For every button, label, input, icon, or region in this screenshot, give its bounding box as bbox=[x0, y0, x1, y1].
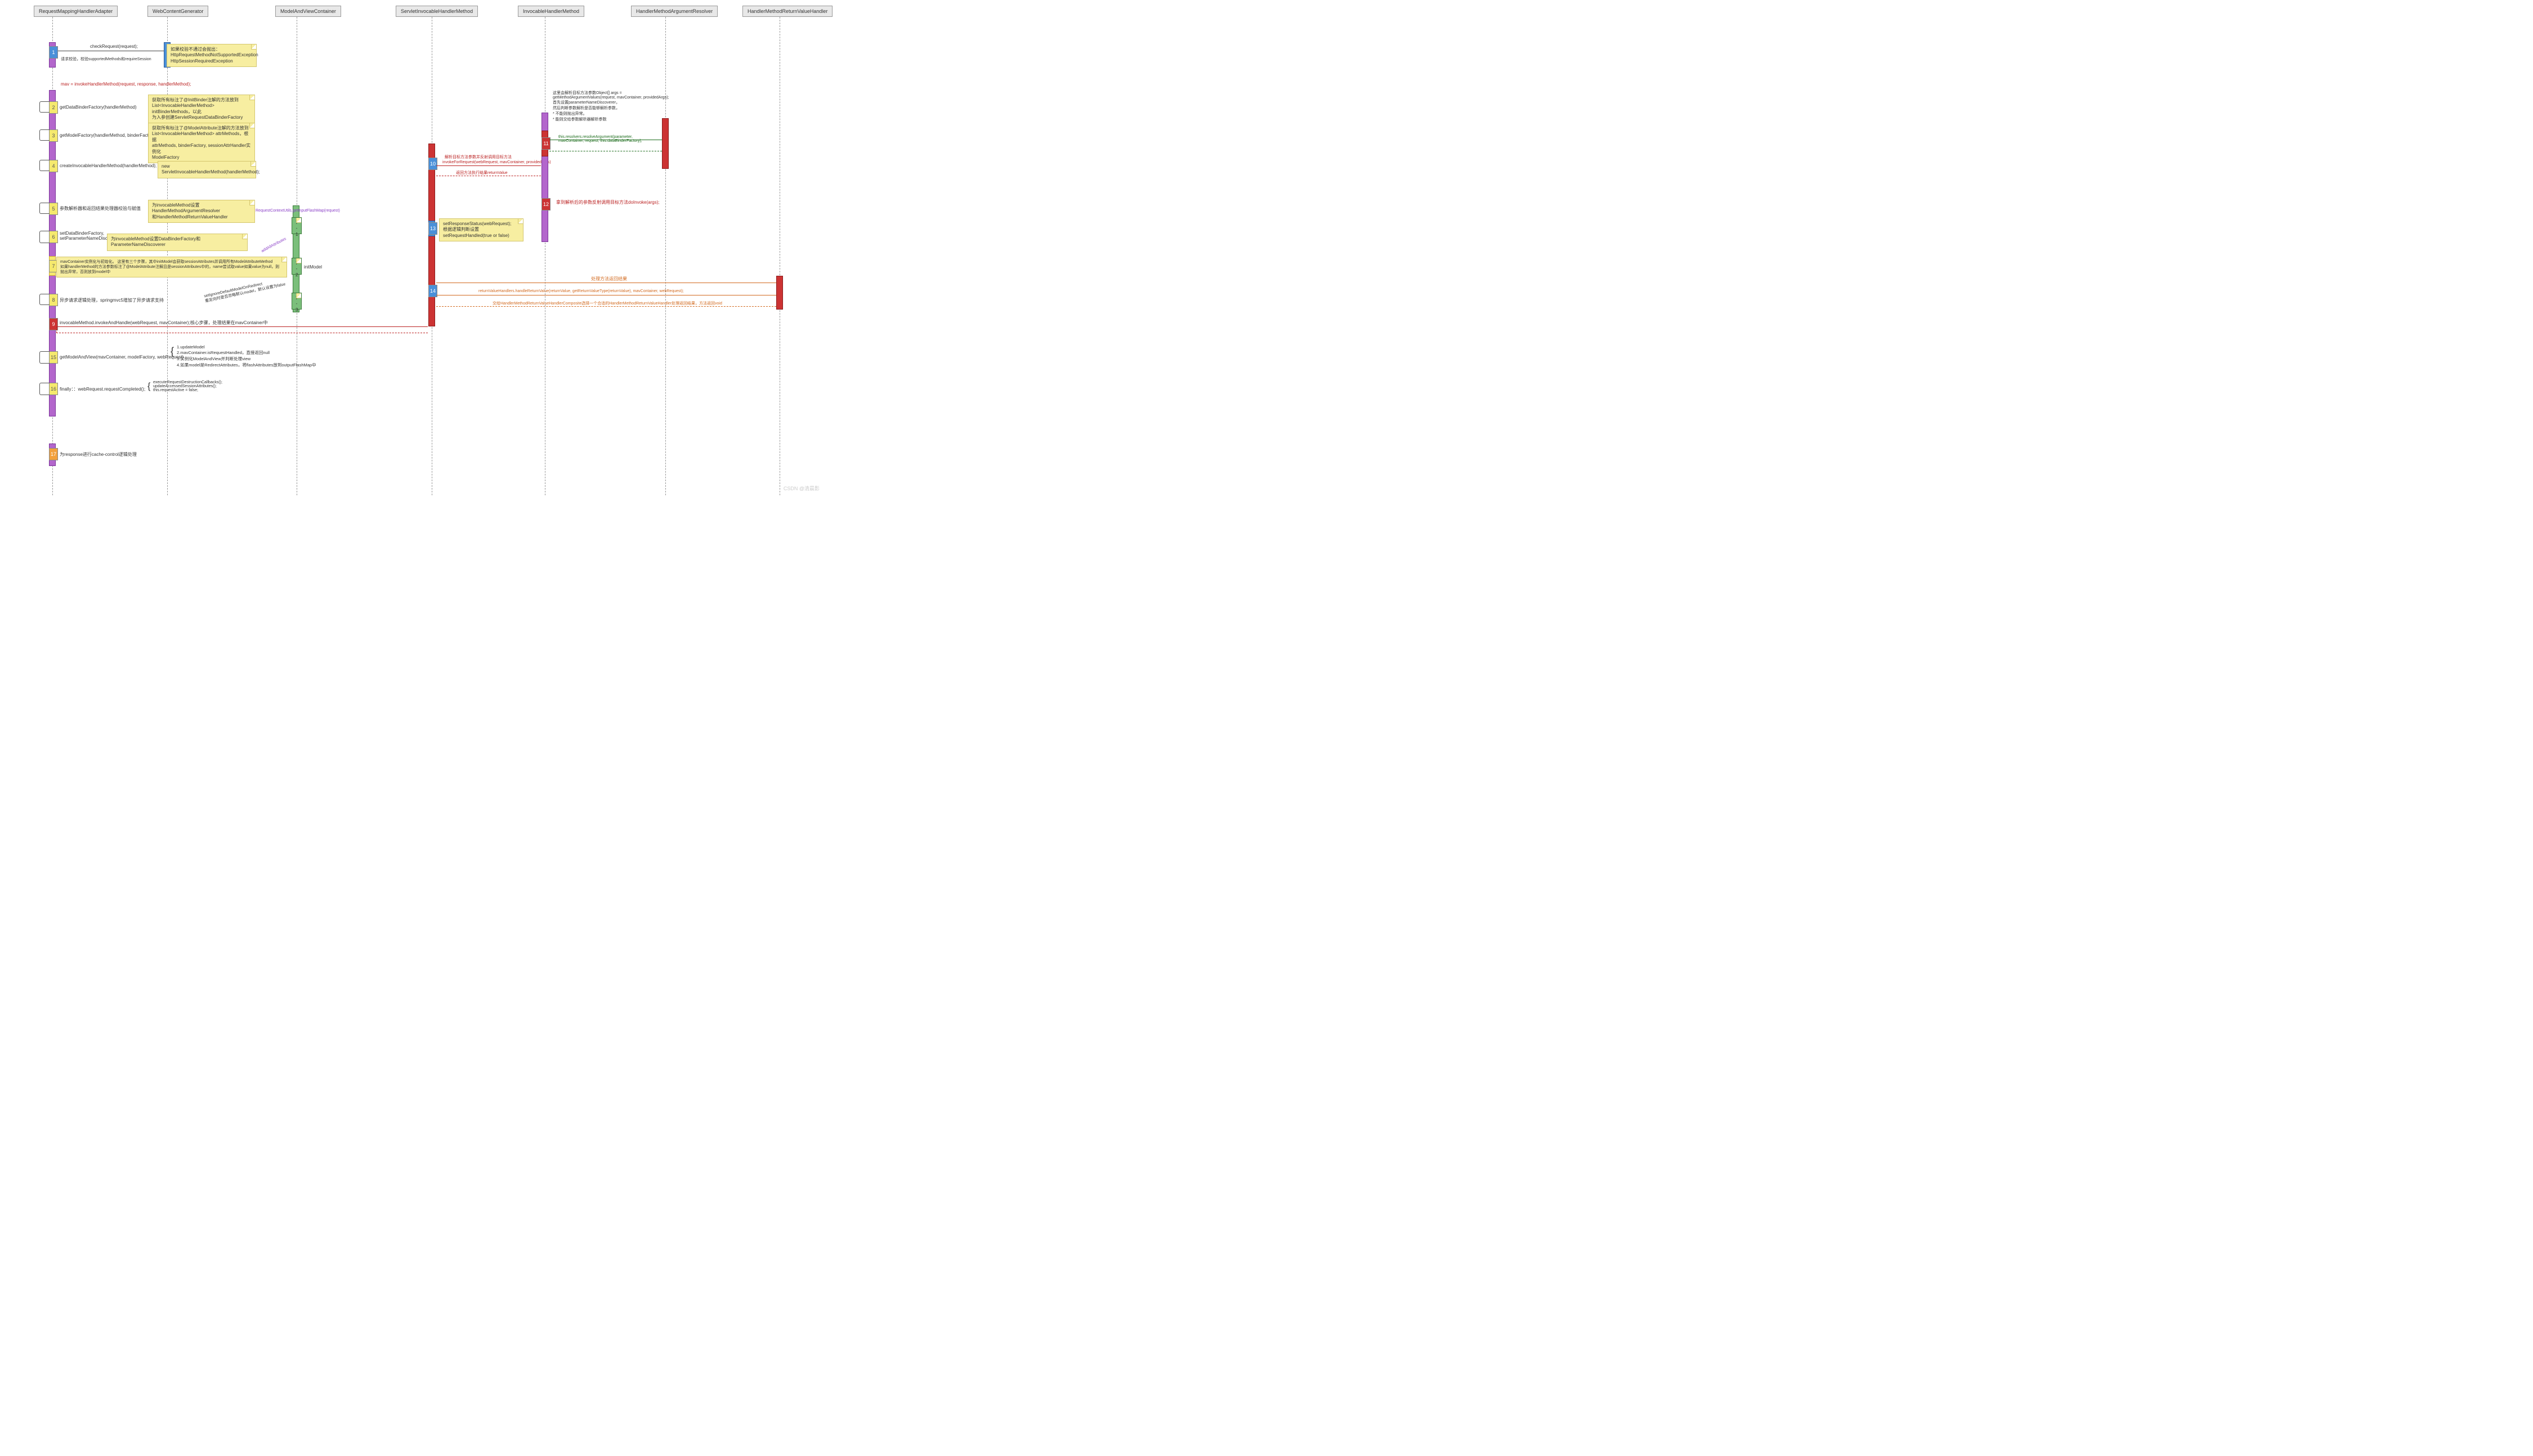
note-5: 为invocableMethod设置HandlerMethodArgumentR… bbox=[148, 200, 255, 223]
lbl-10b: invokeForRequest(webRequest, mavContaine… bbox=[442, 160, 551, 164]
lbl-7-3: initModel bbox=[304, 265, 322, 270]
lbl-12: 拿到解析后的参数反射调用目标方法doInvoke(args); bbox=[556, 199, 660, 205]
participant-mavc: ModelAndViewContainer bbox=[275, 6, 341, 17]
step-2: 2 bbox=[49, 101, 58, 114]
loop-4 bbox=[39, 160, 50, 171]
return-9 bbox=[56, 326, 428, 333]
participant-ihm: InvocableHandlerMethod bbox=[518, 6, 584, 17]
step-1-sub: 请求校验，校验supportedMethods和requireSession bbox=[61, 56, 151, 62]
return-14 bbox=[436, 306, 776, 307]
step-2-label: getDataBinderFactory(handlerMethod) bbox=[60, 105, 137, 110]
mav-title: mav = invokeHandlerMethod(request, respo… bbox=[61, 82, 191, 87]
step-17-label: 为response进行cache-control逻辑处理 bbox=[60, 451, 137, 458]
lbl-7-2: addAllAttributes bbox=[261, 237, 287, 253]
box-7-1: 7 - 1 bbox=[292, 217, 302, 234]
loop-3 bbox=[39, 129, 50, 141]
lbl-14a: 处理方法返回结果 bbox=[591, 276, 627, 282]
note-4: new ServletInvocableHandlerMethod(handle… bbox=[158, 161, 256, 178]
step-13: 13 bbox=[428, 222, 437, 235]
step-4: 4 bbox=[49, 160, 58, 172]
step-10: 10 bbox=[428, 158, 437, 170]
note-2: 获取所有标注了@InitBinder注解的方法放到 List<Invocable… bbox=[148, 95, 255, 124]
sequence-diagram: RequestMappingHandlerAdapter WebContentG… bbox=[0, 0, 824, 495]
lbl-10a: 解析目标方法参数并反射调用目标方法 bbox=[445, 154, 512, 160]
step-1-label: checkRequest(request); bbox=[90, 44, 138, 49]
step-4-label: createInvocableHandlerMethod(handlerMeth… bbox=[60, 163, 156, 168]
act-hmrvh bbox=[776, 276, 783, 310]
note-7a: mavContainer实例化与初始化。 这里有三个步骤，其中initModel… bbox=[56, 257, 287, 277]
note-11: 这里会解析目标方法参数Object[] args = getMethodArgu… bbox=[553, 90, 669, 122]
loop-8 bbox=[39, 294, 50, 305]
step-8: 8 bbox=[49, 294, 58, 306]
lbl-7-4: setIgnoreDefaultModelOnRedirect 重定向时是否忽略… bbox=[204, 277, 286, 304]
lbl-11a: this.resolvers.resolveArgument(parameter… bbox=[558, 135, 642, 143]
brace-15: { bbox=[171, 346, 174, 357]
step-16: 16 bbox=[49, 383, 58, 395]
step-3: 3 bbox=[49, 129, 58, 142]
lbl-7-1: RequestContextUtils.getInputFlashMap(req… bbox=[256, 209, 340, 213]
step-6: 6 bbox=[49, 231, 58, 243]
arrow-10 bbox=[436, 165, 541, 166]
loop-16 bbox=[39, 383, 50, 395]
lifeline-wcg bbox=[167, 17, 168, 495]
step-1: 1 bbox=[49, 46, 58, 59]
lbl-14b: returnValueHandlers.handleReturnValue(re… bbox=[478, 289, 684, 293]
step-5-label: 参数解析器和返回结果处理器校验与赋值 bbox=[60, 205, 141, 212]
step-5: 5 bbox=[49, 203, 58, 215]
step-15: 15 bbox=[49, 351, 58, 364]
box-7-3: 7 - 3 bbox=[292, 293, 302, 310]
loop-15 bbox=[39, 351, 50, 364]
watermark: CSDN @清晨影 bbox=[784, 485, 820, 492]
step-8-label: 异步请求逻辑处理，springmvc5增加了异步请求支持 bbox=[60, 297, 164, 303]
loop-5 bbox=[39, 203, 50, 214]
participant-hmrvh: HandlerMethodReturnValueHandler bbox=[742, 6, 833, 17]
note-1: 如果校验不通过会抛出： HttpRequestMethodNotSupporte… bbox=[167, 44, 257, 67]
lbl-14c: 交给HandlerMethodReturnValueHandlerComposi… bbox=[493, 301, 722, 306]
participant-rmha: RequestMappingHandlerAdapter bbox=[34, 6, 118, 17]
lbl-10c: 返回方法执行结果returnValue bbox=[456, 170, 508, 176]
note-7a-line1: mavContainer实例化与初始化。 这里有三个步骤，其中initModel… bbox=[60, 259, 283, 265]
box-7-2: 7 - 2 bbox=[292, 258, 302, 275]
step-9-label: invocableMethod.invokeAndHandle(webReque… bbox=[60, 320, 268, 326]
participant-wcg: WebContentGenerator bbox=[147, 6, 208, 17]
note-3: 获取所有标注了@ModelAttribute注解的方法放到 List<Invoc… bbox=[148, 123, 255, 163]
note-7a-line2: 如果handlerMethod的方法参数标注了@ModelAttribute注解… bbox=[60, 265, 283, 275]
step-15-label: getModelAndView(mavContainer, modelFacto… bbox=[60, 355, 184, 360]
step-3-label: getModelFactory(handlerMethod, binderFac… bbox=[60, 133, 156, 138]
note-16: executeRequestDestructionCallbacks(); up… bbox=[153, 380, 222, 392]
step-16-label: finally：：webRequest.requestCompleted(); bbox=[60, 386, 145, 392]
act-hmar bbox=[662, 118, 669, 169]
step-17: 17 bbox=[49, 448, 58, 460]
loop-6 bbox=[39, 231, 50, 243]
participant-hmar: HandlerMethodArgumentResolver bbox=[631, 6, 718, 17]
note-13: setResponseStatus(webRequest); 根据逻辑判断设置 … bbox=[439, 218, 523, 241]
step-12: 12 bbox=[541, 198, 551, 210]
note-6: 为invocableMethod设置DataBinderFactory和Para… bbox=[107, 234, 248, 251]
loop-2 bbox=[39, 101, 50, 113]
note-15: 1.updateModel 2.mavContainer.isRequestHa… bbox=[177, 344, 316, 368]
brace-16: { bbox=[147, 382, 150, 392]
lifeline-hmar bbox=[665, 17, 666, 495]
participant-sihm: ServletInvocableHandlerMethod bbox=[396, 6, 478, 17]
